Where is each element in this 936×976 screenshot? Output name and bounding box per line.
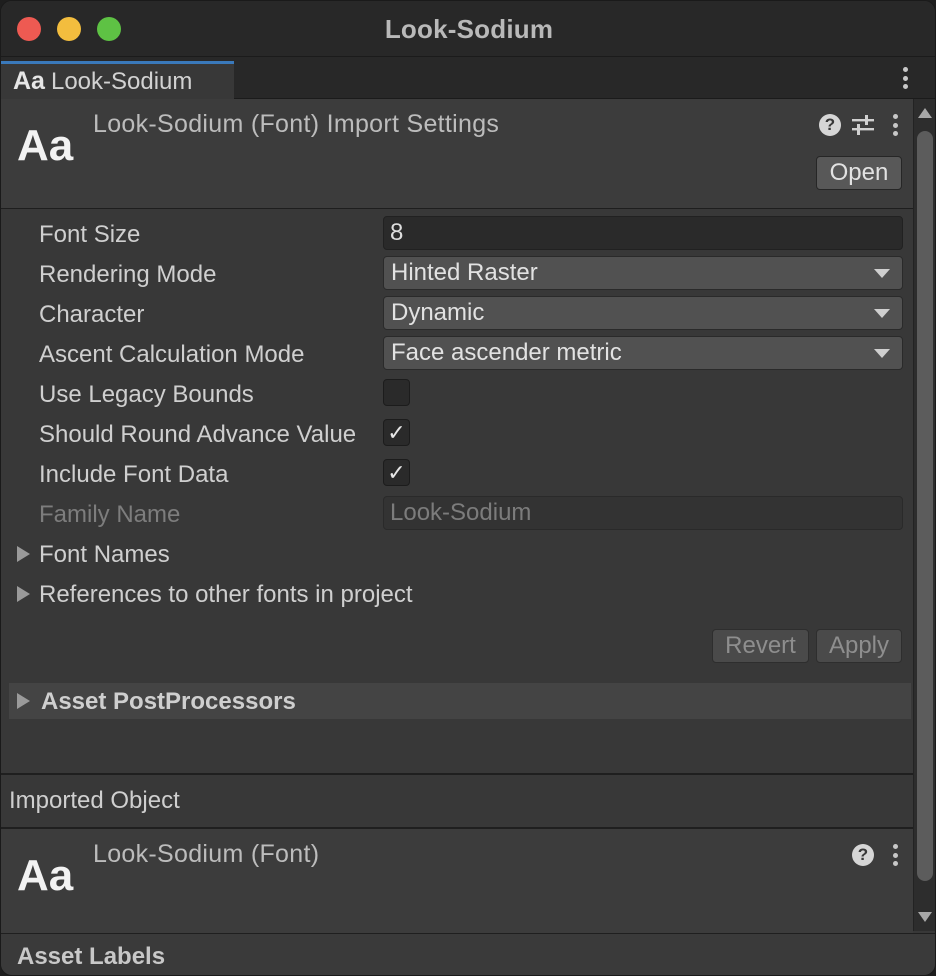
font-size-label: Font Size xyxy=(39,221,141,248)
font-size-field[interactable]: 8 xyxy=(383,216,903,250)
rendering-mode-label: Rendering Mode xyxy=(39,261,217,288)
character-value: Dynamic xyxy=(391,299,485,326)
open-button[interactable]: Open xyxy=(816,156,902,190)
scrollbar-thumb[interactable] xyxy=(917,131,933,881)
title-bar: Look-Sodium xyxy=(1,1,935,57)
import-settings-title: Look-Sodium (Font) Import Settings xyxy=(93,110,500,138)
revert-button[interactable]: Revert xyxy=(712,629,809,663)
ascent-calculation-value: Face ascender metric xyxy=(391,339,622,366)
family-name-label: Family Name xyxy=(39,501,181,528)
font-asset-large-icon: Aa xyxy=(17,121,74,170)
round-advance-row: Should Round Advance Value ✓ xyxy=(1,413,913,453)
include-font-data-row: Include Font Data ✓ xyxy=(1,453,913,493)
asset-labels-title: Asset Labels xyxy=(17,943,166,970)
inspector-window: Look-Sodium Aa Look-Sodium Aa Look-Sodiu… xyxy=(0,0,936,976)
round-advance-checkbox[interactable]: ✓ xyxy=(383,419,410,446)
object-menu-icon[interactable] xyxy=(885,842,905,868)
family-name-row: Family Name Look-Sodium xyxy=(1,493,913,533)
round-advance-label: Should Round Advance Value xyxy=(39,421,357,448)
font-names-label: Font Names xyxy=(39,541,170,568)
font-names-foldout[interactable]: Font Names xyxy=(1,533,913,573)
use-legacy-bounds-checkbox[interactable] xyxy=(383,379,410,406)
preset-sliders-icon[interactable] xyxy=(851,114,875,136)
ascent-calculation-dropdown[interactable]: Face ascender metric xyxy=(383,336,903,370)
rendering-mode-row: Rendering Mode Hinted Raster xyxy=(1,253,913,293)
include-font-data-label: Include Font Data xyxy=(39,461,229,488)
asset-postprocessors-label: Asset PostProcessors xyxy=(41,688,296,715)
ascent-calculation-row: Ascent Calculation Mode Face ascender me… xyxy=(1,333,913,373)
component-menu-icon[interactable] xyxy=(885,112,905,138)
tab-menu-icon[interactable] xyxy=(895,65,915,91)
font-size-row: Font Size 8 xyxy=(1,213,913,253)
scroll-up-arrow-icon[interactable] xyxy=(918,108,932,118)
family-name-field: Look-Sodium xyxy=(383,496,903,530)
chevron-down-icon xyxy=(874,349,890,358)
chevron-down-icon xyxy=(874,269,890,278)
character-row: Character Dynamic xyxy=(1,293,913,333)
scroll-down-arrow-icon[interactable] xyxy=(918,912,932,922)
character-label: Character xyxy=(39,301,145,328)
font-references-label: References to other fonts in project xyxy=(39,581,413,608)
chevron-right-icon xyxy=(17,546,30,562)
asset-labels-bar: Asset Labels xyxy=(1,933,935,975)
chevron-right-icon xyxy=(17,693,30,709)
rendering-mode-value: Hinted Raster xyxy=(391,259,538,286)
imported-object-title: Look-Sodium (Font) xyxy=(93,840,320,868)
tab-look-sodium[interactable]: Aa Look-Sodium xyxy=(1,61,234,99)
chevron-down-icon xyxy=(874,309,890,318)
help-icon[interactable]: ? xyxy=(852,844,874,866)
apply-button[interactable]: Apply xyxy=(816,629,902,663)
include-font-data-checkbox[interactable]: ✓ xyxy=(383,459,410,486)
rendering-mode-dropdown[interactable]: Hinted Raster xyxy=(383,256,903,290)
imported-object-label: Imported Object xyxy=(9,787,180,814)
section-divider xyxy=(1,773,913,775)
font-asset-icon: Aa xyxy=(13,67,45,95)
imported-object-header: Aa Look-Sodium (Font) ? xyxy=(1,829,913,933)
tab-label: Look-Sodium xyxy=(50,67,193,95)
ascent-calculation-label: Ascent Calculation Mode xyxy=(39,341,305,368)
asset-postprocessors-foldout[interactable]: Asset PostProcessors xyxy=(9,683,911,719)
font-references-foldout[interactable]: References to other fonts in project xyxy=(1,573,913,613)
use-legacy-bounds-row: Use Legacy Bounds xyxy=(1,373,913,413)
tab-bar: Aa Look-Sodium xyxy=(1,57,935,99)
font-object-icon: Aa xyxy=(17,851,74,900)
chevron-right-icon xyxy=(17,586,30,602)
help-icon[interactable]: ? xyxy=(819,114,841,136)
character-dropdown[interactable]: Dynamic xyxy=(383,296,903,330)
use-legacy-bounds-label: Use Legacy Bounds xyxy=(39,381,254,408)
import-settings-header: Aa Look-Sodium (Font) Import Settings ? … xyxy=(1,99,913,209)
window-title: Look-Sodium xyxy=(384,14,554,44)
